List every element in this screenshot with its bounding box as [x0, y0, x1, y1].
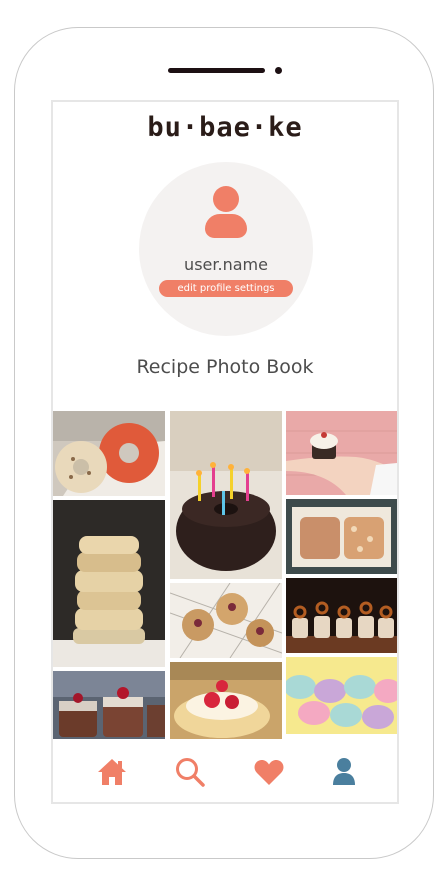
- photo-donuts[interactable]: [53, 411, 165, 496]
- app-screen: bu·bae·ke user.name edit profile setting…: [51, 100, 399, 804]
- app-logo: bu·bae·ke: [147, 112, 303, 143]
- avatar-body: [205, 214, 247, 238]
- profile-card: user.name edit profile settings: [139, 162, 313, 336]
- photo-pastel-cupcakes[interactable]: [286, 657, 397, 734]
- phone-speaker: [168, 68, 265, 73]
- photo-bundt-cake[interactable]: [170, 411, 282, 579]
- edit-profile-button[interactable]: edit profile settings: [159, 280, 293, 297]
- bottom-nav: [53, 740, 397, 802]
- photo-grid: [53, 411, 397, 739]
- photo-muffins[interactable]: [170, 583, 282, 658]
- photo-biscuits[interactable]: [53, 500, 165, 667]
- page-title: Recipe Photo Book: [136, 356, 314, 378]
- phone-camera: [275, 67, 282, 74]
- avatar-head: [213, 186, 239, 212]
- photo-mini-cakes[interactable]: [53, 671, 165, 739]
- photo-cupcake-hand[interactable]: [286, 411, 397, 495]
- home-icon[interactable]: [96, 756, 128, 788]
- search-icon[interactable]: [174, 756, 206, 788]
- photo-loaf-cakes[interactable]: [286, 499, 397, 574]
- username: user.name: [184, 255, 268, 274]
- heart-icon[interactable]: [253, 756, 285, 788]
- photo-strawberry-pastry[interactable]: [170, 662, 282, 739]
- photo-pretzel-cupcakes[interactable]: [286, 578, 397, 653]
- profile-icon[interactable]: [328, 756, 360, 788]
